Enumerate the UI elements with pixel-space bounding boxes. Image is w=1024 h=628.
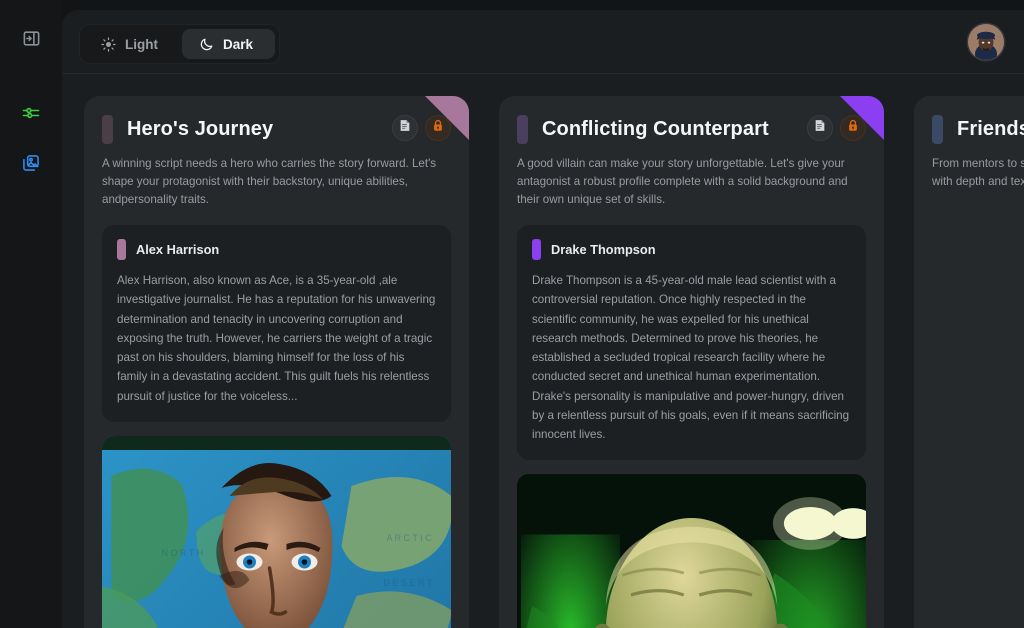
lock-icon bbox=[847, 119, 859, 137]
svg-text:A R C T I C: A R C T I C bbox=[387, 533, 433, 543]
sun-icon bbox=[100, 36, 116, 52]
card-conflicting-counterpart[interactable]: Conflicting Counterpart A good villain c… bbox=[499, 96, 884, 628]
lock-button[interactable] bbox=[425, 115, 451, 141]
card-accent-bar bbox=[102, 114, 113, 144]
card-description: A good villain can make your story unfor… bbox=[517, 157, 848, 207]
card-title: Friends bbox=[957, 117, 1024, 140]
user-avatar[interactable] bbox=[968, 24, 1004, 60]
card-accent-bar bbox=[517, 114, 528, 144]
card-header-actions bbox=[392, 115, 451, 141]
svg-text:D E S E R T: D E S E R T bbox=[384, 578, 433, 588]
card-header: Conflicting Counterpart bbox=[517, 114, 866, 144]
character-box[interactable]: Alex Harrison Alex Harrison, also known … bbox=[102, 225, 451, 422]
sidebar-item-settings[interactable] bbox=[14, 98, 48, 132]
lock-icon bbox=[432, 119, 444, 137]
document-note-icon bbox=[399, 119, 411, 137]
card-title: Hero's Journey bbox=[127, 117, 274, 140]
card-header: Friends bbox=[932, 114, 1024, 144]
sidebar-panel-icon bbox=[22, 29, 41, 53]
panel-header: Light Dark bbox=[62, 10, 1024, 74]
sidebar-item-panel-toggle[interactable] bbox=[14, 24, 48, 58]
theme-option-light-label: Light bbox=[125, 36, 158, 52]
moon-icon bbox=[198, 36, 214, 52]
card-heros-journey[interactable]: Hero's Journey A winning script needs a … bbox=[84, 96, 469, 628]
card-description: A winning script needs a hero who carrie… bbox=[102, 157, 437, 207]
character-name: Drake Thompson bbox=[551, 242, 656, 258]
character-header: Drake Thompson bbox=[532, 239, 851, 261]
svg-text:N O R T H: N O R T H bbox=[162, 548, 204, 558]
images-icon bbox=[21, 153, 41, 178]
sliders-icon bbox=[21, 103, 41, 128]
theme-toggle[interactable]: Light Dark bbox=[79, 24, 281, 64]
cards-row: Hero's Journey A winning script needs a … bbox=[62, 74, 1024, 628]
note-button[interactable] bbox=[392, 115, 418, 141]
card-friends[interactable]: Friends From mentors to sidekicks, suppo… bbox=[914, 96, 1024, 628]
character-image[interactable]: A R C T I C D E S E R T T R O P I C N O … bbox=[102, 435, 451, 628]
character-image[interactable] bbox=[517, 474, 866, 628]
character-bio: Alex Harrison, also known as Ace, is a 3… bbox=[117, 274, 436, 403]
left-icon-rail bbox=[0, 0, 62, 628]
card-description: From mentors to sidekicks, supporting ch… bbox=[932, 157, 1024, 189]
note-button[interactable] bbox=[807, 115, 833, 141]
sidebar-item-gallery[interactable] bbox=[14, 148, 48, 182]
document-note-icon bbox=[814, 119, 826, 137]
character-header: Alex Harrison bbox=[117, 239, 436, 261]
character-name: Alex Harrison bbox=[136, 242, 220, 258]
theme-option-dark[interactable]: Dark bbox=[182, 29, 276, 59]
character-accent-bar bbox=[117, 239, 126, 261]
app-root: Light Dark Hero's Journey A winning scri… bbox=[0, 0, 1024, 628]
main-panel: Light Dark Hero's Journey A winning scri… bbox=[62, 10, 1024, 628]
character-box[interactable]: Drake Thompson Drake Thompson is a 45-ye… bbox=[517, 225, 866, 461]
card-header-actions bbox=[807, 115, 866, 141]
card-accent-bar bbox=[932, 114, 943, 144]
theme-option-light[interactable]: Light bbox=[84, 29, 180, 59]
character-accent-bar bbox=[532, 239, 541, 261]
card-title: Conflicting Counterpart bbox=[542, 117, 769, 140]
theme-option-dark-label: Dark bbox=[223, 36, 254, 52]
card-header: Hero's Journey bbox=[102, 114, 451, 144]
character-bio: Drake Thompson is a 45-year-old male lea… bbox=[532, 274, 850, 442]
lock-button[interactable] bbox=[840, 115, 866, 141]
